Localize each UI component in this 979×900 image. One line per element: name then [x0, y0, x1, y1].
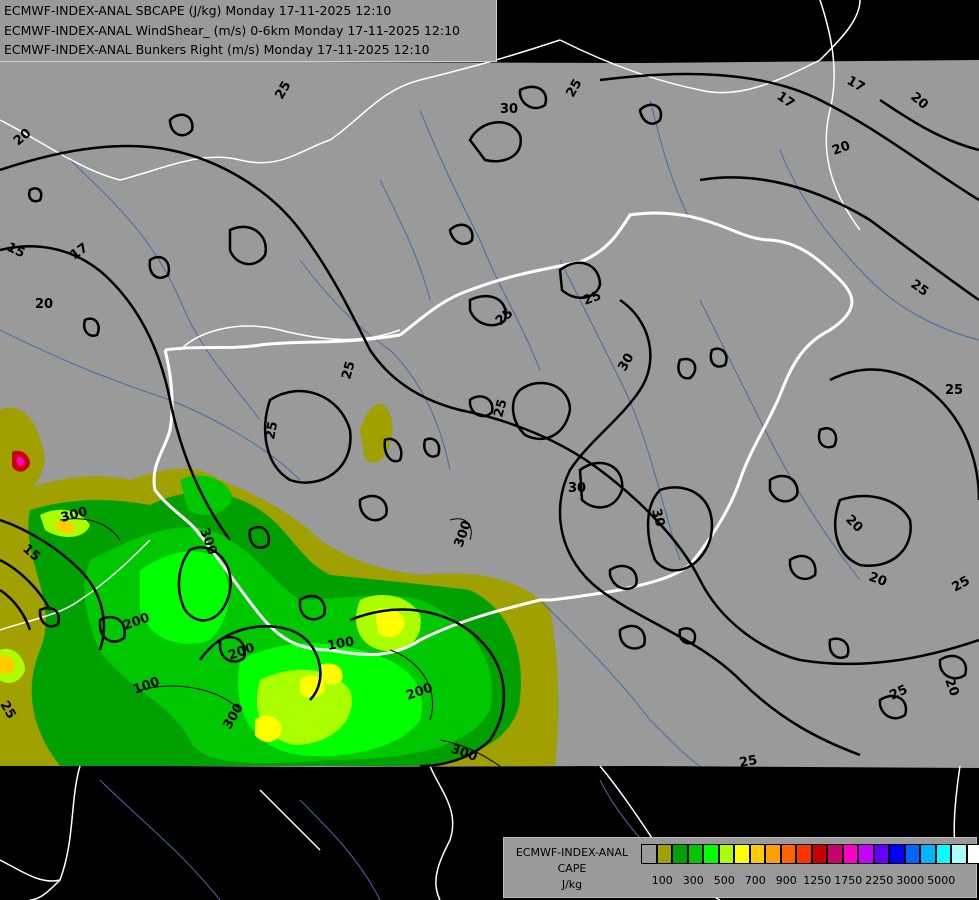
legend-swatches	[641, 844, 979, 866]
shear-label: 25	[945, 383, 963, 398]
legend-swatch	[734, 844, 750, 864]
title-bunkers: ECMWF-INDEX-ANAL Bunkers Right (m/s) Mon…	[4, 42, 430, 57]
legend-swatch	[873, 844, 889, 864]
shear-label: 30	[568, 481, 586, 496]
legend-swatch	[672, 844, 688, 864]
legend-swatch	[858, 844, 874, 864]
forecast-map: 25 30 20 17 15 20 25 25 25 30 25 30 25 3…	[0, 0, 979, 900]
shear-label: 30	[500, 102, 518, 117]
legend-swatch	[920, 844, 936, 864]
title-box: ECMWF-INDEX-ANAL SBCAPE (J/kg) Monday 17…	[0, 0, 497, 62]
title-sbcape: ECMWF-INDEX-ANAL SBCAPE (J/kg) Monday 17…	[4, 3, 392, 18]
legend-swatch	[842, 844, 858, 864]
legend-swatch	[765, 844, 781, 864]
legend-swatch	[811, 844, 827, 864]
legend-tick-label: 1250	[803, 874, 832, 887]
legend-tick-label: 500	[713, 874, 735, 887]
cape-legend: ECMWF-INDEX-ANAL CAPE J/kg 100 300 500 700 9…	[503, 837, 979, 898]
legend-swatch	[827, 844, 843, 864]
legend-swatch	[951, 844, 967, 864]
legend-swatch	[718, 844, 734, 864]
legend-tick-label: 300	[682, 874, 704, 887]
legend-swatch	[904, 844, 920, 864]
legend-parameter: CAPE	[557, 862, 587, 875]
shear-label: 20	[35, 297, 53, 312]
legend-swatch	[703, 844, 719, 864]
legend-swatch	[656, 844, 672, 864]
legend-swatch	[796, 844, 812, 864]
shear-label: 25	[263, 420, 281, 440]
legend-swatch	[749, 844, 765, 864]
title-windshear: ECMWF-INDEX-ANAL WindShear_ (m/s) 0-6km …	[4, 23, 460, 38]
legend-tick-label: 900	[775, 874, 797, 887]
legend-tick-label: 100	[651, 874, 673, 887]
legend-swatch	[641, 844, 657, 864]
legend-swatch	[780, 844, 796, 864]
legend-swatch	[966, 844, 979, 864]
legend-ticks: 100 300 500 700 900 1250 1750 2250 3000 5000	[641, 874, 971, 890]
legend-tick-label: 2250	[865, 874, 894, 887]
legend-swatch	[935, 844, 951, 864]
legend-swatch	[687, 844, 703, 864]
shear-label: 25	[738, 753, 758, 771]
legend-tick-label: 3000	[896, 874, 925, 887]
legend-tick-label: 5000	[927, 874, 956, 887]
legend-model: ECMWF-INDEX-ANAL	[515, 846, 629, 859]
legend-tick-label: 700	[744, 874, 766, 887]
legend-unit: J/kg	[561, 878, 583, 891]
legend-swatch	[889, 844, 905, 864]
legend-tick-label: 1750	[834, 874, 863, 887]
